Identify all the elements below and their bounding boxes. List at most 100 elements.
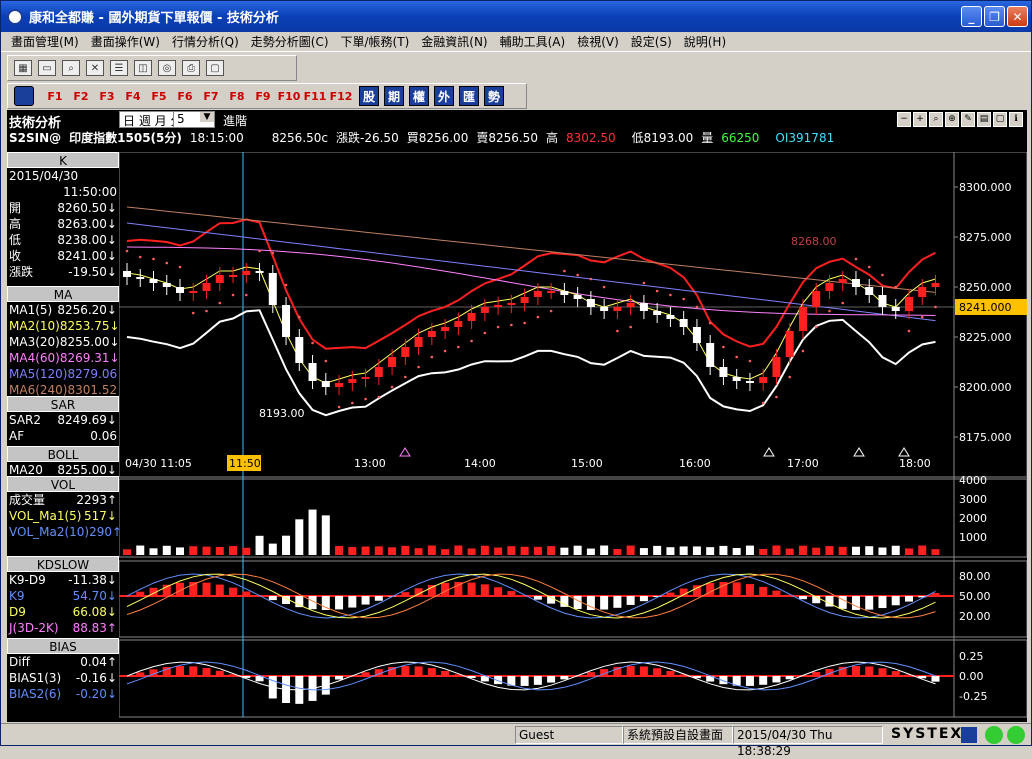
fkey-f4[interactable]: F4 bbox=[120, 90, 146, 103]
fkey-f10[interactable]: F10 bbox=[276, 90, 302, 103]
indicator-row: 收8241.00↓ bbox=[7, 248, 119, 264]
vol-bar bbox=[812, 548, 820, 555]
sar-dot bbox=[126, 250, 129, 253]
indicator-title[interactable]: BIAS bbox=[7, 638, 119, 654]
indicator-row: 高8263.00↓ bbox=[7, 216, 119, 232]
menu-item-0[interactable]: 畫面管理(M) bbox=[11, 33, 79, 50]
quick-button-0[interactable]: 股 bbox=[359, 86, 379, 106]
layout-icon[interactable]: ▦ bbox=[14, 60, 32, 76]
quick-button-5[interactable]: 勢 bbox=[484, 86, 504, 106]
indicator-k: K2015/04/3011:50:00開8260.50↓高8263.00↓低82… bbox=[7, 152, 119, 280]
kd-bar bbox=[613, 596, 621, 608]
candle bbox=[242, 271, 250, 275]
sar-dot bbox=[205, 310, 208, 313]
menu-item-6[interactable]: 輔助工具(A) bbox=[500, 33, 566, 50]
candle bbox=[428, 331, 436, 337]
draw-icon[interactable]: ✎ bbox=[961, 112, 975, 127]
indicator-title[interactable]: MA bbox=[7, 286, 119, 302]
bias-axis-label: 0.00 bbox=[959, 670, 984, 683]
high: 高8302.50 bbox=[546, 131, 624, 145]
time-axis-label: 16:00 bbox=[679, 457, 711, 470]
menu-item-3[interactable]: 走勢分析圖(C) bbox=[251, 33, 329, 50]
fkey-f8[interactable]: F8 bbox=[224, 90, 250, 103]
menu-item-8[interactable]: 設定(S) bbox=[631, 33, 672, 50]
symbol-name: 印度指數1505(5分) bbox=[69, 131, 182, 145]
fkey-f2[interactable]: F2 bbox=[68, 90, 94, 103]
close-button[interactable]: ✕ bbox=[1007, 6, 1028, 27]
compare-icon[interactable]: ◫ bbox=[134, 60, 152, 76]
search-icon[interactable]: ⌕ bbox=[62, 60, 80, 76]
fkey-f3[interactable]: F3 bbox=[94, 90, 120, 103]
advanced-link[interactable]: 進階 bbox=[223, 112, 247, 129]
zoom-out-icon[interactable]: − bbox=[897, 112, 911, 127]
fkey-f5[interactable]: F5 bbox=[146, 90, 172, 103]
candle bbox=[256, 271, 264, 273]
vol-bar bbox=[680, 546, 688, 555]
magnify-icon[interactable]: ⊕ bbox=[945, 112, 959, 127]
search-icon[interactable]: ⌕ bbox=[929, 112, 943, 127]
list-icon[interactable]: ☰ bbox=[110, 60, 128, 76]
indicator-title[interactable]: BOLL bbox=[7, 446, 119, 462]
cd-icon[interactable]: ◎ bbox=[158, 60, 176, 76]
kd-bar bbox=[666, 593, 674, 596]
chart-area[interactable]: 8300.0008275.0008250.0008225.0008200.000… bbox=[119, 152, 1027, 722]
menu-item-2[interactable]: 行情分析(Q) bbox=[172, 33, 239, 50]
print-icon[interactable]: ⎙ bbox=[182, 60, 200, 76]
maximize-button[interactable]: ❐ bbox=[984, 6, 1005, 27]
candle bbox=[574, 295, 582, 299]
vol-bar bbox=[547, 546, 555, 555]
menu-item-1[interactable]: 畫面操作(W) bbox=[91, 33, 160, 50]
fkey-f12[interactable]: F12 bbox=[328, 90, 354, 103]
sar-dot bbox=[470, 340, 473, 343]
indicator-title[interactable]: KDSLOW bbox=[7, 556, 119, 572]
candle bbox=[733, 377, 741, 381]
fkey-f7[interactable]: F7 bbox=[198, 90, 224, 103]
info-icon[interactable]: ℹ bbox=[1009, 112, 1023, 127]
candle bbox=[388, 357, 396, 367]
vol-bar bbox=[468, 548, 476, 555]
quick-button-2[interactable]: 權 bbox=[409, 86, 429, 106]
bias-bar bbox=[176, 666, 184, 676]
fkey-f9[interactable]: F9 bbox=[250, 90, 276, 103]
fkey-f11[interactable]: F11 bbox=[302, 90, 328, 103]
menu-item-7[interactable]: 檢視(V) bbox=[577, 33, 619, 50]
vol-bar bbox=[269, 544, 277, 555]
bias-bar bbox=[534, 676, 542, 685]
brand-logo-icon[interactable] bbox=[14, 86, 34, 106]
window-icon[interactable]: ▢ bbox=[206, 60, 224, 76]
monitor-icon[interactable]: ▭ bbox=[38, 60, 56, 76]
candle bbox=[454, 321, 462, 327]
vol-bar bbox=[852, 547, 860, 555]
vol-bar bbox=[786, 549, 794, 555]
vol-bar bbox=[348, 547, 356, 555]
save-icon[interactable]: ▤ bbox=[977, 112, 991, 127]
interval-select[interactable]: 5▼ bbox=[173, 111, 215, 128]
close-window-icon[interactable]: ✕ bbox=[86, 60, 104, 76]
fkey-f6[interactable]: F6 bbox=[172, 90, 198, 103]
kd-bar bbox=[865, 596, 873, 610]
minimize-button[interactable]: _ bbox=[961, 6, 982, 27]
zoom-in-icon[interactable]: + bbox=[913, 112, 927, 127]
indicator-title[interactable]: SAR bbox=[7, 396, 119, 412]
candle bbox=[189, 291, 197, 293]
vol-bar bbox=[719, 546, 727, 555]
quick-button-1[interactable]: 期 bbox=[384, 86, 404, 106]
bias-bar bbox=[521, 676, 529, 686]
time-axis-label: 17:00 bbox=[787, 457, 819, 470]
quick-button-4[interactable]: 匯 bbox=[459, 86, 479, 106]
menu-item-5[interactable]: 金融資訊(N) bbox=[421, 33, 487, 50]
vol-bar bbox=[613, 549, 621, 555]
quick-button-3[interactable]: 外 bbox=[434, 86, 454, 106]
window-icon[interactable]: ▢ bbox=[993, 112, 1007, 127]
signal-triangle bbox=[400, 448, 410, 456]
menu-item-4[interactable]: 下單/帳務(T) bbox=[341, 33, 410, 50]
ma-label: 8268.00 bbox=[791, 235, 837, 248]
chart-svg[interactable]: 8300.0008275.0008250.0008225.0008200.000… bbox=[119, 152, 1027, 722]
kd-bar bbox=[534, 596, 542, 600]
panel-frame-1 bbox=[119, 479, 1027, 557]
indicator-title[interactable]: VOL bbox=[7, 476, 119, 492]
indicator-title[interactable]: K bbox=[7, 152, 119, 168]
candle bbox=[309, 363, 317, 381]
menu-item-9[interactable]: 說明(H) bbox=[684, 33, 726, 50]
fkey-f1[interactable]: F1 bbox=[42, 90, 68, 103]
